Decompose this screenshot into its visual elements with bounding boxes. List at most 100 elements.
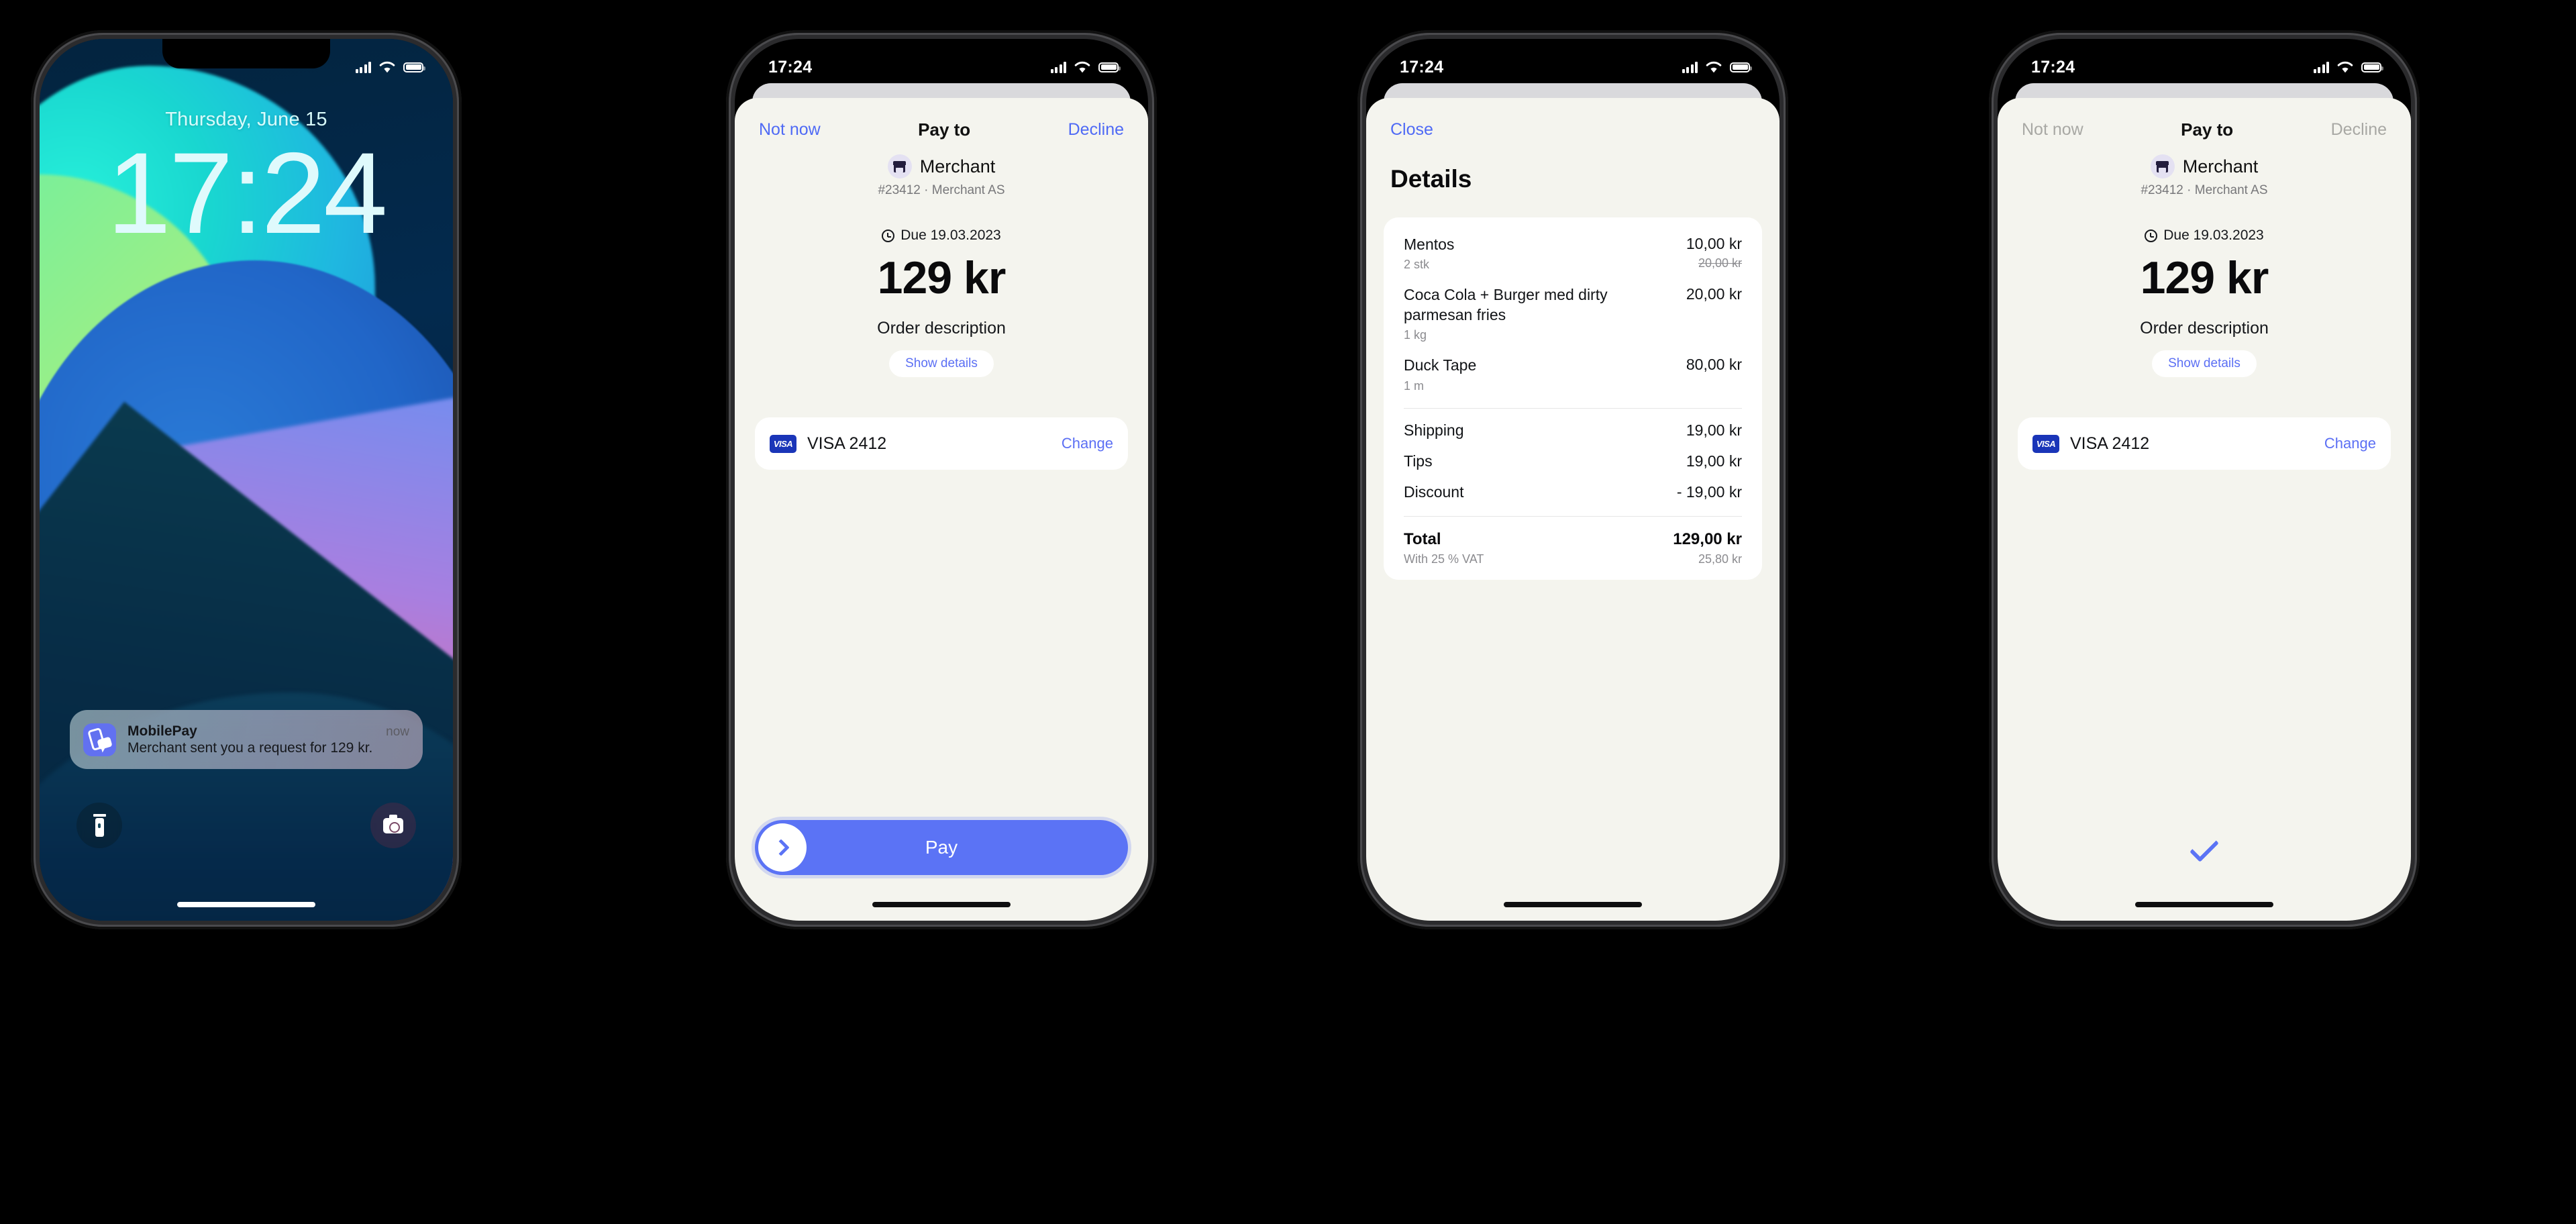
status-time: 17:24 [1400,57,1444,76]
pay-button[interactable]: Pay [755,820,1128,875]
screen-lockscreen: Thursday, June 15 17:24 MobilePay now Me… [40,39,453,921]
status-time: 17:24 [768,57,813,76]
line-item-price: 10,00 kr [1686,235,1742,252]
change-card-button[interactable]: Change [1062,435,1113,452]
notch [162,39,330,68]
line-item-qty: 1 kg [1404,328,1427,342]
phone-pay-sheet: 17:24 Not now Pay to Decline Merchant #2… [726,30,1157,929]
card-label: VISA 2412 [807,434,887,453]
flashlight-icon [93,814,106,837]
phone-lockscreen: Thursday, June 15 17:24 MobilePay now Me… [31,30,462,929]
notch [858,39,1025,68]
line-item-qty: 1 m [1404,378,1425,393]
decline-button[interactable]: Decline [1068,120,1124,140]
battery-icon [2361,62,2383,72]
wifi-icon [2337,61,2353,72]
total-value: 129,00 kr [1673,529,1742,548]
screenshot-stage: Thursday, June 15 17:24 MobilePay now Me… [0,0,2576,1224]
adjustment-value: 19,00 kr [1686,421,1742,439]
notification-timestamp: now [386,724,409,739]
due-date-label: Due 19.03.2023 [900,227,1001,243]
merchant-row: Merchant [735,154,1148,178]
merchant-subtitle: #23412 · Merchant AS [878,183,1005,197]
merchant-name: Merchant [2182,156,2259,176]
home-indicator[interactable] [2135,902,2273,907]
battery-icon [1730,62,1752,72]
clock-icon [882,229,895,242]
not-now-button: Not now [2022,119,2083,139]
adjustment-label: Shipping [1404,421,1464,439]
home-indicator[interactable] [872,902,1011,907]
mobilepay-app-icon [83,723,116,756]
line-item-name: Duck Tape [1404,356,1477,374]
home-indicator[interactable] [177,902,315,907]
screen-confirm-sheet: 17:24 Not now Pay to Decline Merchant #2… [1998,39,2411,921]
amount-value: 129 kr [2140,252,2269,303]
line-item: Mentos 2 stk 10,00 kr 20,00 kr [1404,221,1742,272]
screen-pay-sheet: 17:24 Not now Pay to Decline Merchant #2… [735,39,1148,921]
camera-icon [383,814,403,833]
storefront-icon [887,154,912,178]
screen-details-sheet: 17:24 Close Details Mentos 2 stk 10,00 k… [1366,39,1780,921]
merchant-name: Merchant [919,156,996,176]
total-row: Total 129,00 kr [1404,517,1742,549]
details-card: Mentos 2 stk 10,00 kr 20,00 kr Coca Cola… [1384,217,1762,580]
adjustment-value: 19,00 kr [1686,452,1742,470]
due-date-row: Due 19.03.2023 [1998,227,2411,244]
line-item-name: Coca Cola + Burger med dirty parmesan fr… [1404,286,1608,323]
adjustment-row: Shipping 19,00 kr [1404,409,1742,440]
payment-card-row[interactable]: VISA VISA 2412 Change [755,417,1128,470]
storefront-icon [2150,154,2175,178]
checkmark-icon [2189,833,2219,862]
line-item-name: Mentos [1404,236,1455,253]
details-sheet: Close Details Mentos 2 stk 10,00 kr 20,0… [1366,98,1780,921]
due-date-label: Due 19.03.2023 [2163,227,2264,243]
confirm-sheet: Not now Pay to Decline Merchant #23412 ·… [1998,98,2411,921]
wifi-icon [379,61,395,72]
lockscreen-clock: 17:24 [107,129,387,258]
chevron-right-icon[interactable] [758,823,807,872]
camera-button[interactable] [370,803,416,848]
vat-label: With 25 % VAT [1404,552,1484,566]
pay-button-label: Pay [925,837,958,858]
cellular-bars-icon [2313,61,2329,73]
phone-confirm-sheet: 17:24 Not now Pay to Decline Merchant #2… [1989,30,2420,929]
details-title: Details [1390,165,1472,193]
pay-sheet: Not now Pay to Decline Merchant #23412 ·… [735,98,1148,921]
total-label: Total [1404,529,1441,548]
clock-icon [2145,229,2158,242]
battery-icon [403,62,425,72]
line-item: Coca Cola + Burger med dirty parmesan fr… [1404,272,1742,342]
pay-sheet-title: Pay to [2181,119,2234,140]
notch [1489,39,1657,68]
cellular-bars-icon [1050,61,1066,73]
merchant-subtitle: #23412 · Merchant AS [2141,183,2268,197]
notification-banner[interactable]: MobilePay now Merchant sent you a reques… [70,710,423,769]
status-time: 17:24 [2031,57,2075,76]
payment-card-row[interactable]: VISA VISA 2412 Change [2018,417,2391,470]
notification-app-name: MobilePay [127,723,197,739]
adjustment-value: - 19,00 kr [1676,482,1742,501]
line-item-price: 20,00 kr [1686,285,1742,303]
show-details-button[interactable]: Show details [889,350,994,377]
battery-icon [1098,62,1121,72]
home-indicator[interactable] [1504,902,1642,907]
show-details-button[interactable]: Show details [2152,350,2257,377]
confirm-sheet-nav: Not now Pay to Decline [1998,98,2411,142]
adjustment-row: Discount - 19,00 kr [1404,470,1742,501]
pay-sheet-nav: Not now Pay to Decline [735,98,1148,142]
close-button[interactable]: Close [1390,120,1433,140]
due-date-row: Due 19.03.2023 [735,227,1148,244]
not-now-button[interactable]: Not now [759,120,821,140]
visa-logo: VISA [770,434,796,453]
vat-row: With 25 % VAT 25,80 kr [1404,549,1742,568]
adjustment-label: Tips [1404,452,1433,470]
change-card-button[interactable]: Change [2324,435,2376,452]
wifi-icon [1074,61,1090,72]
line-item-price: 80,00 kr [1686,356,1742,374]
details-sheet-nav: Close [1366,98,1780,142]
adjustment-label: Discount [1404,482,1464,501]
cellular-bars-icon [1682,61,1698,73]
notification-message: Merchant sent you a request for 129 kr. [127,740,373,756]
flashlight-button[interactable] [76,803,122,848]
